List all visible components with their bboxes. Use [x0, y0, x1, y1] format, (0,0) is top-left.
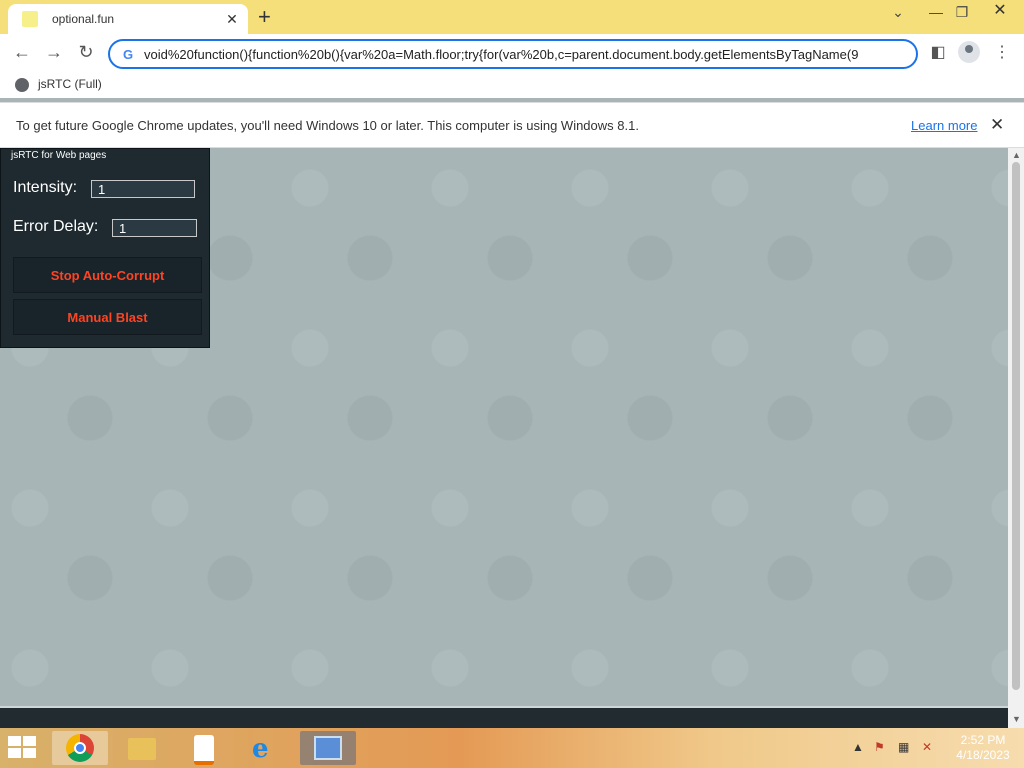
bookmarks-bar: jsRTC (Full) [0, 72, 1024, 98]
java-icon [194, 735, 214, 765]
url-text[interactable]: void%20function(){function%20b(){var%20a… [144, 47, 858, 62]
infobar-message: To get future Google Chrome updates, you… [16, 118, 639, 133]
window-close-button[interactable]: ✕ [980, 0, 1020, 24]
taskbar-file-explorer[interactable] [114, 731, 170, 765]
intensity-label: Intensity: [13, 179, 78, 196]
scroll-up-arrow-icon[interactable]: ▲ [1012, 150, 1021, 160]
jsrtc-panel: jsRTC for Web pages Intensity: Error Del… [0, 148, 210, 348]
horizontal-scroll-strip [0, 706, 1008, 728]
scrollbar-thumb[interactable] [1012, 162, 1020, 690]
tab-optional-fun[interactable]: optional.fun ✕ [8, 4, 248, 34]
taskbar-chrome[interactable] [52, 731, 108, 765]
intensity-input[interactable] [91, 180, 195, 198]
update-infobar: To get future Google Chrome updates, you… [0, 102, 1024, 148]
menu-kebab-icon[interactable]: ⋮ [990, 42, 1014, 62]
restore-button[interactable]: ❐ [950, 4, 974, 21]
forward-arrow-icon[interactable]: → [42, 42, 66, 64]
back-arrow-icon[interactable]: ← [10, 42, 34, 64]
network-monitor-icon [314, 736, 342, 760]
reload-icon[interactable]: ↻ [74, 42, 98, 64]
tab-close-icon[interactable]: ✕ [224, 11, 240, 28]
bookmark-jsrtc-full[interactable]: jsRTC (Full) [38, 77, 102, 91]
page-scrollbar[interactable]: ▲ ▼ [1008, 148, 1024, 728]
windows-taskbar: e ▲ ⚑ ▦ ✕ 2:52 PM 4/18/2023 [0, 728, 1024, 768]
scroll-down-arrow-icon[interactable]: ▼ [1012, 714, 1021, 724]
jsrtc-panel-title: jsRTC for Web pages [11, 150, 107, 161]
folder-icon [128, 738, 156, 760]
clock-time: 2:52 PM [960, 733, 1006, 747]
new-tab-button[interactable]: + [258, 5, 271, 29]
learn-more-link[interactable]: Learn more [911, 118, 977, 133]
network-icon[interactable]: ▦ [898, 740, 909, 754]
action-center-flag-icon[interactable]: ⚑ [874, 740, 885, 754]
stop-auto-corrupt-button[interactable]: Stop Auto-Corrupt [13, 257, 202, 293]
taskbar-clock[interactable]: 2:52 PM 4/18/2023 [948, 733, 1018, 763]
volume-muted-icon[interactable]: ✕ [922, 740, 932, 754]
internet-explorer-icon: e [252, 734, 269, 764]
profile-avatar-icon[interactable] [958, 41, 980, 63]
error-delay-input[interactable] [112, 219, 197, 237]
browser-titlebar: optional.fun ✕ + ⌄ — ❐ ✕ [0, 0, 1024, 34]
globe-icon [15, 78, 29, 92]
infobar-close-icon[interactable]: ✕ [990, 115, 1004, 135]
side-panel-icon[interactable]: ◧ [926, 42, 950, 62]
site-favicon-icon [22, 11, 38, 27]
taskbar-network-app[interactable] [300, 731, 356, 765]
minimize-button[interactable]: — [924, 4, 948, 20]
address-bar[interactable]: G void%20function(){function%20b(){var%2… [108, 39, 918, 69]
error-delay-label: Error Delay: [13, 218, 99, 235]
chrome-icon [66, 734, 94, 762]
tab-search-chevron-icon[interactable]: ⌄ [886, 4, 910, 21]
browser-toolbar: ← → ↻ G void%20function(){function%20b()… [0, 34, 1024, 72]
tab-title: optional.fun [52, 12, 115, 26]
taskbar-internet-explorer[interactable]: e [238, 731, 294, 765]
page-content: jsRTC for Web pages Intensity: Error Del… [0, 148, 1008, 706]
google-g-icon: G [122, 46, 134, 62]
manual-blast-button[interactable]: Manual Blast [13, 299, 202, 335]
windows-start-icon[interactable] [8, 736, 38, 760]
taskbar-java[interactable] [176, 731, 232, 765]
clock-date: 4/18/2023 [956, 748, 1010, 762]
show-hidden-icons-arrow[interactable]: ▲ [852, 740, 864, 754]
